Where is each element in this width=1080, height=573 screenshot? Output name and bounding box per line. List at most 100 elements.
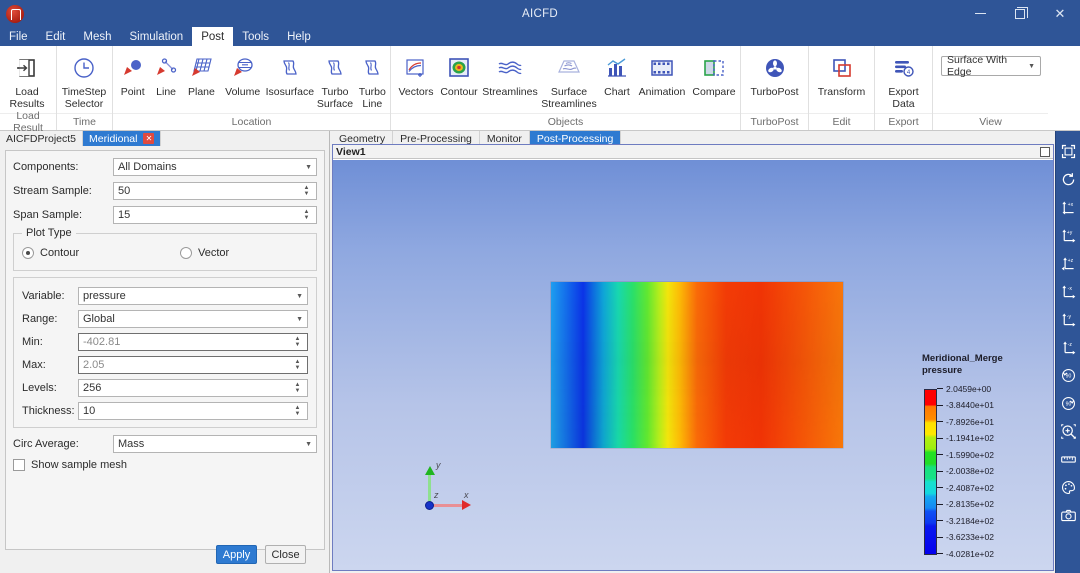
apply-button[interactable]: Apply — [216, 545, 257, 564]
ruler-icon[interactable] — [1057, 445, 1080, 473]
stream-sample-stepper[interactable]: ▲ ▼ — [301, 183, 312, 199]
ribbon-group-label-view: View — [933, 113, 1048, 130]
project-tab-aicfdproject5[interactable]: AICFDProject5 — [0, 131, 84, 146]
view-minus-x-icon[interactable]: -x — [1057, 277, 1080, 305]
view-minus-y-icon[interactable]: -y — [1057, 305, 1080, 333]
streamlines-button[interactable]: Streamlines — [481, 50, 539, 110]
max-stepper[interactable]: ▲ ▼ — [292, 357, 303, 373]
variable-label: Variable: — [22, 290, 65, 302]
contour-button[interactable]: Contour — [437, 50, 481, 110]
levels-stepper[interactable]: ▲ ▼ — [292, 380, 303, 396]
surface-streamlines-icon — [555, 53, 583, 83]
render-canvas[interactable]: y x z Meridional_Merge pressure 2.0459e+… — [333, 160, 1053, 570]
legend-tick-row: -1.1941e+02 — [937, 433, 994, 443]
field-components: Components: All Domains ▼ — [13, 157, 317, 177]
min-label: Min: — [22, 336, 43, 348]
turbo-surface-button[interactable]: Turbo Surface — [315, 50, 354, 110]
menu-item-simulation[interactable]: Simulation — [120, 27, 192, 46]
thickness-input[interactable]: 10 ▲ ▼ — [78, 402, 308, 420]
view-plus-y-icon[interactable]: +y — [1057, 221, 1080, 249]
thickness-stepper[interactable]: ▲ ▼ — [292, 403, 303, 419]
close-icon[interactable]: ✕ — [143, 133, 155, 144]
max-input[interactable]: 2.05 ▲ ▼ — [78, 356, 308, 374]
export-data-button[interactable]: 4 Export Data — [875, 50, 932, 110]
range-value: Global — [83, 313, 115, 325]
timestep-selector-button[interactable]: TimeStep Selector — [57, 50, 111, 110]
load-results-button[interactable]: Load Results — [0, 50, 54, 110]
compare-button[interactable]: Compare — [689, 50, 739, 110]
legend-tick-icon — [937, 437, 943, 439]
span-sample-input[interactable]: 15 ▲ ▼ — [113, 206, 317, 224]
turbo-line-button[interactable]: Turbo Line — [355, 50, 390, 110]
isosurface-button[interactable]: Isosurface — [264, 50, 315, 110]
radio-contour[interactable]: Contour — [22, 247, 180, 259]
load-results-label-line2: Results — [9, 98, 45, 111]
min-stepper[interactable]: ▲ ▼ — [292, 334, 303, 350]
menu-item-mesh[interactable]: Mesh — [74, 27, 120, 46]
view-maximize-icon[interactable] — [1040, 146, 1050, 157]
volume-button[interactable]: Volume — [221, 50, 264, 110]
turbopost-button[interactable]: TurboPost — [741, 50, 808, 110]
fit-view-icon[interactable] — [1057, 137, 1080, 165]
components-select[interactable]: All Domains ▼ — [113, 158, 317, 176]
svg-text:-y: -y — [1066, 313, 1071, 319]
plot-type-group: Plot Type Contour Vector — [13, 227, 317, 271]
rotate-ccw-90-icon[interactable]: 90 — [1057, 361, 1080, 389]
turbopost-icon — [763, 53, 787, 83]
surface-streamlines-button[interactable]: Surface Streamlines — [539, 50, 599, 110]
view-mode-select[interactable]: Surface With Edge ▼ — [941, 54, 1041, 78]
streamlines-icon — [496, 53, 524, 83]
radio-vector[interactable]: Vector — [180, 247, 229, 259]
legend-tick-row: -7.8926e+01 — [937, 417, 994, 427]
minimize-icon — [974, 13, 986, 14]
levels-input[interactable]: 256 ▲ ▼ — [78, 379, 308, 397]
minimize-button[interactable] — [960, 0, 1000, 27]
rotate-cw-90-icon[interactable]: 90 — [1057, 389, 1080, 417]
chart-button[interactable]: Chart — [599, 50, 635, 110]
close-panel-button[interactable]: Close — [265, 545, 306, 564]
menu-item-edit[interactable]: Edit — [37, 27, 75, 46]
contour-icon — [446, 53, 472, 83]
legend-tick-row: -2.0038e+02 — [937, 466, 994, 476]
camera-icon[interactable] — [1057, 501, 1080, 529]
menu-item-file[interactable]: File — [0, 27, 37, 46]
close-button[interactable]: ✕ — [1040, 0, 1080, 27]
palette-icon[interactable] — [1057, 473, 1080, 501]
ribbon-group-edit: Transform Edit — [808, 46, 874, 130]
timestep-selector-icon — [72, 53, 96, 83]
min-input[interactable]: -402.81 ▲ ▼ — [78, 333, 308, 351]
radio-vector-label: Vector — [198, 247, 230, 259]
view-plus-z-icon[interactable]: +z — [1057, 249, 1080, 277]
view-plus-x-icon[interactable]: +x — [1057, 193, 1080, 221]
view-frame: View1 y x z Meridional_Merge pressure 2.… — [332, 144, 1054, 571]
show-sample-mesh-checkbox[interactable]: Show sample mesh — [13, 456, 317, 474]
levels-label: Levels: — [22, 382, 57, 394]
caret-down-icon: ▼ — [303, 191, 310, 197]
plane-button[interactable]: Plane — [182, 50, 221, 110]
chevron-down-icon: ▼ — [305, 163, 312, 171]
menu-item-help[interactable]: Help — [278, 27, 320, 46]
menu-item-post[interactable]: Post — [192, 27, 234, 46]
legend-tick-icon — [937, 421, 943, 423]
zoom-box-icon[interactable] — [1057, 417, 1080, 445]
line-button[interactable]: Line — [150, 50, 181, 110]
project-tab-meridional[interactable]: Meridional ✕ — [83, 131, 162, 146]
span-sample-stepper[interactable]: ▲ ▼ — [301, 207, 312, 223]
animation-label: Animation — [638, 86, 686, 98]
panel-action-buttons: Apply Close — [0, 545, 330, 564]
circ-average-select[interactable]: Mass ▼ — [113, 435, 317, 453]
maximize-button[interactable] — [1000, 0, 1040, 27]
stream-sample-input[interactable]: 50 ▲ ▼ — [113, 182, 317, 200]
view-minus-z-icon[interactable]: -z — [1057, 333, 1080, 361]
variable-select[interactable]: pressure ▼ — [78, 287, 308, 305]
rotate-view-icon[interactable] — [1057, 165, 1080, 193]
legend-tick-label: -1.1941e+02 — [946, 433, 994, 444]
show-sample-mesh-label: Show sample mesh — [31, 459, 127, 471]
range-select[interactable]: Global ▼ — [78, 310, 308, 328]
point-button[interactable]: Point — [115, 50, 150, 110]
animation-button[interactable]: Animation — [635, 50, 689, 110]
vectors-button[interactable]: Vectors — [395, 50, 437, 110]
view-header: View1 — [333, 145, 1053, 159]
menu-item-tools[interactable]: Tools — [233, 27, 278, 46]
transform-button[interactable]: Transform — [809, 50, 874, 110]
